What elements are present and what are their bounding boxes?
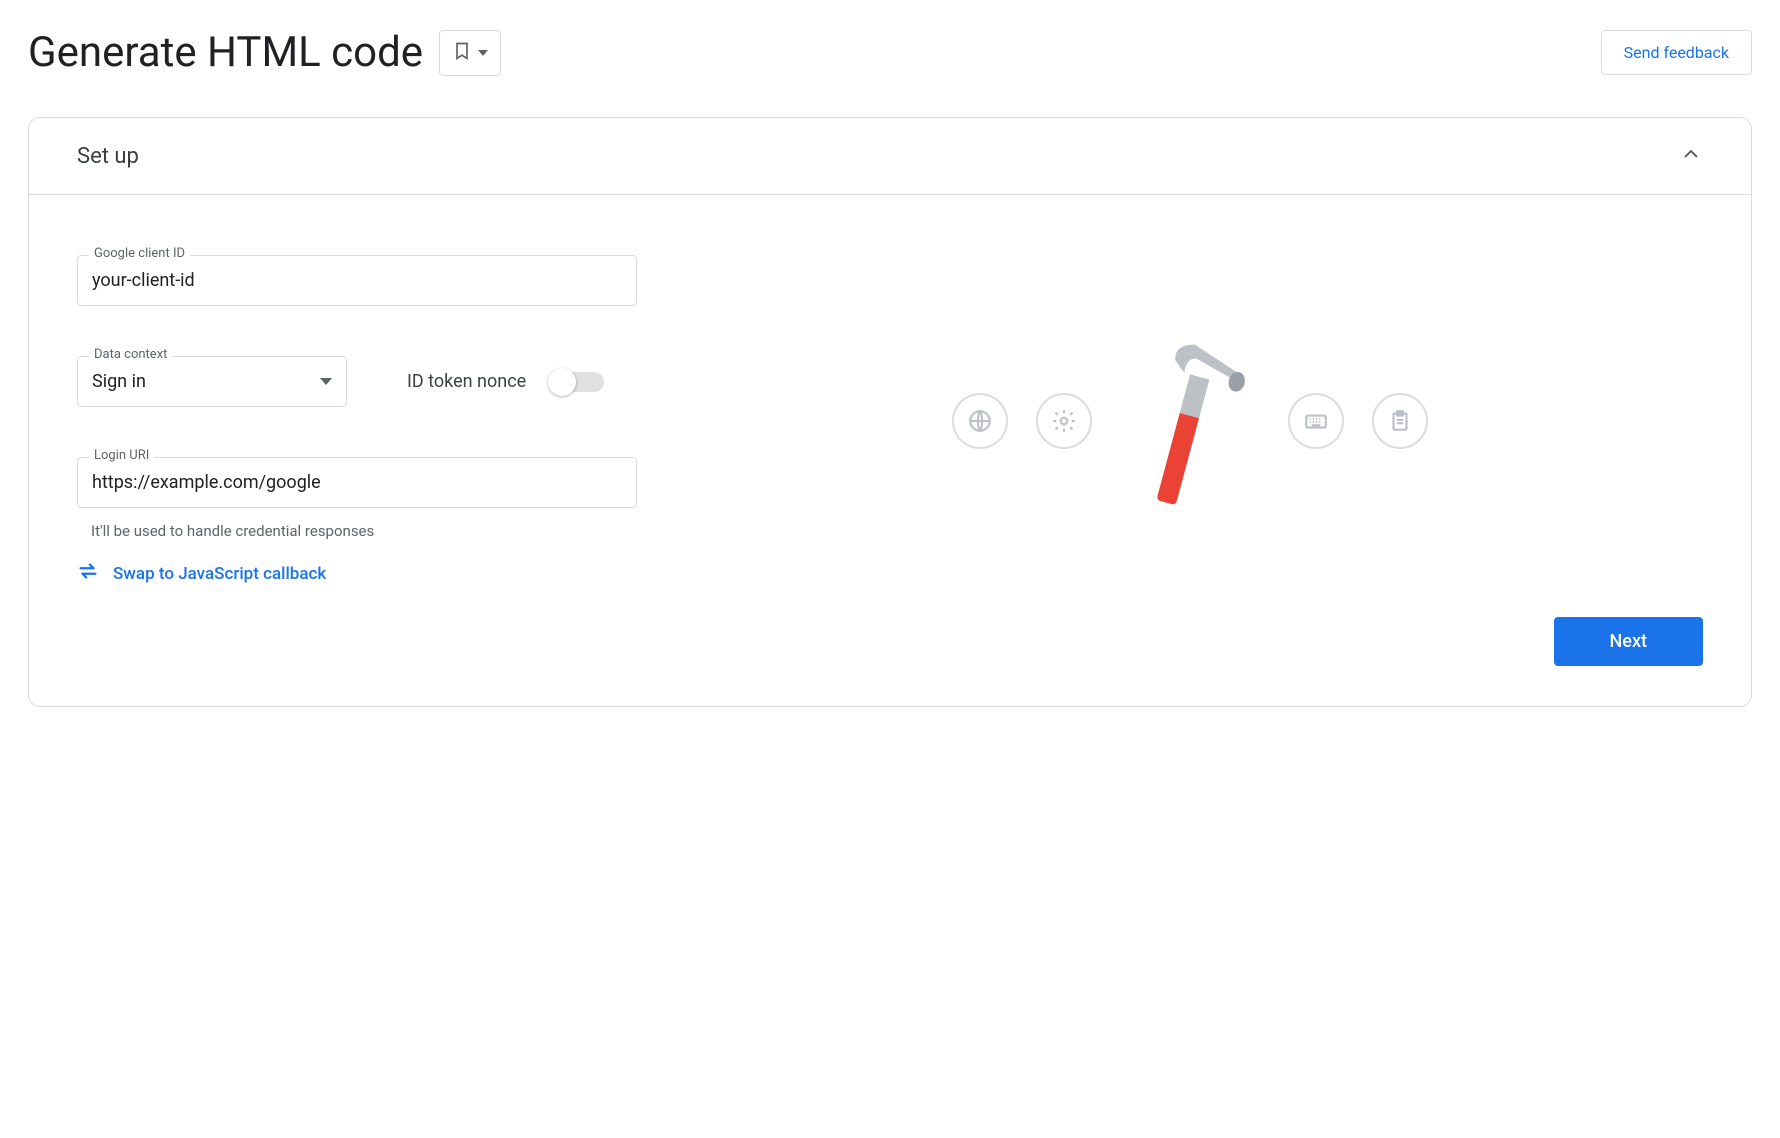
data-context-value: Sign in: [92, 371, 146, 392]
login-uri-helper: It'll be used to handle credential respo…: [91, 522, 637, 540]
client-id-input[interactable]: [77, 255, 637, 306]
panel-title: Set up: [77, 144, 139, 169]
client-id-field: Google client ID: [77, 255, 637, 306]
caret-down-icon: [478, 50, 488, 56]
data-context-field: Data context Sign in: [77, 356, 347, 407]
login-uri-field: Login URI: [77, 457, 637, 508]
illustration: [677, 255, 1703, 587]
login-uri-input[interactable]: [77, 457, 637, 508]
globe-icon: [952, 393, 1008, 449]
client-id-label: Google client ID: [89, 246, 190, 261]
toggle-knob: [548, 368, 576, 396]
nonce-toggle[interactable]: [550, 372, 604, 392]
panel-header[interactable]: Set up: [29, 118, 1751, 195]
chevron-up-icon: [1679, 142, 1703, 170]
page-title: Generate HTML code: [28, 28, 423, 77]
setup-panel: Set up Google client ID Data context Sig…: [28, 117, 1752, 707]
clipboard-icon: [1372, 393, 1428, 449]
swap-callback-link[interactable]: Swap to JavaScript callback: [77, 560, 637, 587]
keyboard-icon: [1288, 393, 1344, 449]
bookmark-icon: [452, 41, 472, 65]
caret-down-icon: [320, 378, 332, 385]
next-button[interactable]: Next: [1554, 617, 1703, 666]
swap-link-label: Swap to JavaScript callback: [113, 564, 326, 584]
nonce-label: ID token nonce: [407, 371, 526, 392]
swap-icon: [77, 560, 99, 587]
send-feedback-button[interactable]: Send feedback: [1601, 30, 1752, 75]
data-context-select[interactable]: Sign in: [77, 356, 347, 407]
hammer-icon: [1120, 321, 1260, 521]
gear-icon: [1036, 393, 1092, 449]
bookmark-dropdown[interactable]: [439, 30, 501, 76]
login-uri-label: Login URI: [89, 448, 154, 463]
data-context-label: Data context: [89, 347, 172, 362]
